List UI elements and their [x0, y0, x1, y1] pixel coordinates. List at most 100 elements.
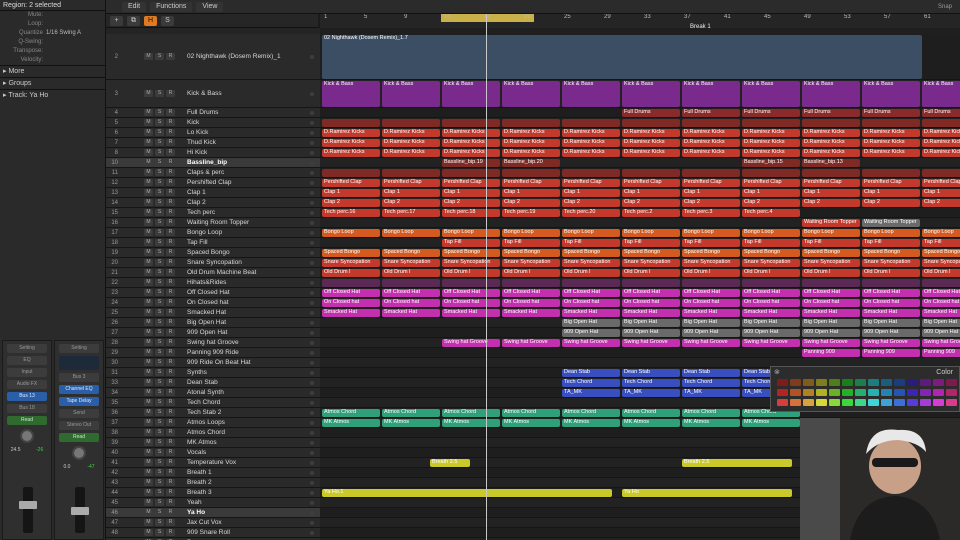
on-closed-hat-region[interactable]: On Closed hat: [322, 299, 380, 307]
dr-kicks-region[interactable]: D.Ramirez Kicks: [502, 139, 560, 147]
bassline-region[interactable]: Bassline_bip.13: [802, 159, 860, 167]
mute-solo[interactable]: MSR: [144, 90, 177, 97]
color-swatch[interactable]: [777, 389, 788, 396]
record-button[interactable]: R: [166, 269, 175, 276]
volume-fader[interactable]: [19, 487, 37, 533]
track-on-icon[interactable]: [310, 390, 314, 395]
on-closed-hat-region[interactable]: On Closed hat: [862, 299, 920, 307]
color-swatch[interactable]: [881, 399, 892, 406]
big-open-hat-region[interactable]: Big Open Hat: [802, 319, 860, 327]
record-button[interactable]: R: [166, 299, 175, 306]
pershifted-clap-region[interactable]: Pershifted Clap: [442, 179, 500, 187]
mute-button[interactable]: M: [144, 169, 153, 176]
solo-button[interactable]: S: [155, 189, 164, 196]
snare-sync-region[interactable]: Snare Syncopation: [502, 259, 560, 267]
dr-kicks-region[interactable]: D.Ramirez Kicks: [562, 129, 620, 137]
color-swatch[interactable]: [790, 389, 801, 396]
claps-folder-region[interactable]: [502, 169, 560, 177]
record-button[interactable]: R: [166, 389, 175, 396]
mute-solo[interactable]: MSR: [144, 439, 177, 446]
hihats-folder-region[interactable]: [862, 279, 920, 287]
record-button[interactable]: R: [166, 53, 175, 60]
track-row-14[interactable]: 14 M S R Clap 2: [106, 198, 320, 208]
mute-button[interactable]: M: [144, 299, 153, 306]
track-name[interactable]: Bongo Loop: [187, 229, 310, 236]
solo-button[interactable]: S: [155, 439, 164, 446]
track-on-icon[interactable]: [310, 110, 314, 115]
hihats-folder-region[interactable]: [682, 279, 740, 287]
record-button[interactable]: R: [166, 479, 175, 486]
setting-button[interactable]: Setting: [7, 344, 47, 353]
track-on-icon[interactable]: [310, 200, 314, 205]
track-on-icon[interactable]: [310, 91, 314, 96]
solo-button[interactable]: S: [155, 399, 164, 406]
track-row-17[interactable]: 17 M S R Bongo Loop: [106, 228, 320, 238]
dr-kicks-region[interactable]: D.Ramirez Kicks: [562, 139, 620, 147]
mute-solo[interactable]: MSR: [144, 319, 177, 326]
full-drums-folder-region[interactable]: Full Drums: [862, 109, 920, 117]
snare-sync-region[interactable]: Snare Syncopation: [562, 259, 620, 267]
off-closed-hat-region[interactable]: Off Closed Hat: [502, 289, 560, 297]
hihats-folder-region[interactable]: [802, 279, 860, 287]
pan-knob-2[interactable]: [72, 446, 86, 460]
track-row-37[interactable]: 37 M S R Atmos Loops: [106, 418, 320, 428]
spaced-bongo-region[interactable]: Spaced Bongo: [322, 249, 380, 257]
big-open-hat-region[interactable]: Big Open Hat: [742, 319, 800, 327]
solo-button[interactable]: S: [155, 479, 164, 486]
clap2-region[interactable]: Clap 2: [382, 199, 440, 207]
atmos-chord-region[interactable]: Atmos Chord: [682, 409, 740, 417]
automation-read-2[interactable]: Read: [59, 433, 99, 442]
panning-ride-region[interactable]: Panning 909: [922, 349, 960, 357]
solo-button[interactable]: S: [155, 169, 164, 176]
mute-solo[interactable]: MSR: [144, 449, 177, 456]
dr-kicks-region[interactable]: D.Ramirez Kicks: [682, 139, 740, 147]
smacked-hat-region[interactable]: Smacked Hat: [682, 309, 740, 317]
mute-solo[interactable]: MSR: [144, 279, 177, 286]
solo-button[interactable]: S: [155, 339, 164, 346]
insp-row-velocity[interactable]: Velocity:: [0, 56, 105, 65]
kick-folder-region[interactable]: [682, 119, 740, 127]
swing-hat-region[interactable]: Swing hat Groove: [442, 339, 500, 347]
claps-folder-region[interactable]: [682, 169, 740, 177]
track-name[interactable]: Full Drums: [187, 109, 310, 116]
color-swatch[interactable]: [842, 379, 853, 386]
region-inspector-title[interactable]: Region: 2 selected: [0, 0, 105, 11]
clap2-region[interactable]: Clap 2: [862, 199, 920, 207]
solo-button[interactable]: S: [155, 369, 164, 376]
track-on-icon[interactable]: [310, 150, 314, 155]
track-row-30[interactable]: 30 M S R 909 Ride On Beat Hat: [106, 358, 320, 368]
clap1-region[interactable]: Clap 1: [802, 189, 860, 197]
clap2-region[interactable]: Clap 2: [502, 199, 560, 207]
bongo-region[interactable]: Bongo Loop: [802, 229, 860, 237]
color-swatch[interactable]: [881, 389, 892, 396]
dr-kicks-region[interactable]: D.Ramirez Kicks: [442, 139, 500, 147]
mute-solo[interactable]: MSR: [144, 379, 177, 386]
color-swatch[interactable]: [894, 379, 905, 386]
mute-solo[interactable]: MSR: [144, 519, 177, 526]
hihats-folder-region[interactable]: [922, 279, 960, 287]
kick-folder-region[interactable]: [322, 119, 380, 127]
mute-solo[interactable]: MSR: [144, 189, 177, 196]
solo-button[interactable]: S: [155, 159, 164, 166]
track-name[interactable]: 02 Nighthawk (Dosem Remix)_1: [187, 53, 310, 60]
track-row-21[interactable]: 21 M S R Old Drum Machine Beat: [106, 268, 320, 278]
mute-button[interactable]: M: [144, 389, 153, 396]
track-name[interactable]: Pershifted Clap: [187, 179, 310, 186]
record-button[interactable]: R: [166, 149, 175, 156]
insp-row-qswing[interactable]: Q-Swing:: [0, 38, 105, 47]
solo-button[interactable]: S: [155, 349, 164, 356]
mute-button[interactable]: M: [144, 289, 153, 296]
color-swatch[interactable]: [868, 389, 879, 396]
record-button[interactable]: R: [166, 169, 175, 176]
solo-button[interactable]: S: [155, 139, 164, 146]
mute-solo[interactable]: MSR: [144, 409, 177, 416]
claps-folder-region[interactable]: [322, 169, 380, 177]
color-swatch[interactable]: [790, 379, 801, 386]
on-closed-hat-region[interactable]: On Closed hat: [502, 299, 560, 307]
tech-perc-region[interactable]: Tech perc.20: [562, 209, 620, 217]
color-swatch[interactable]: [803, 399, 814, 406]
clap2-region[interactable]: Clap 2: [622, 199, 680, 207]
record-button[interactable]: R: [166, 309, 175, 316]
kick-folder-region[interactable]: [922, 119, 960, 127]
tech-perc-region[interactable]: Tech perc.19: [502, 209, 560, 217]
